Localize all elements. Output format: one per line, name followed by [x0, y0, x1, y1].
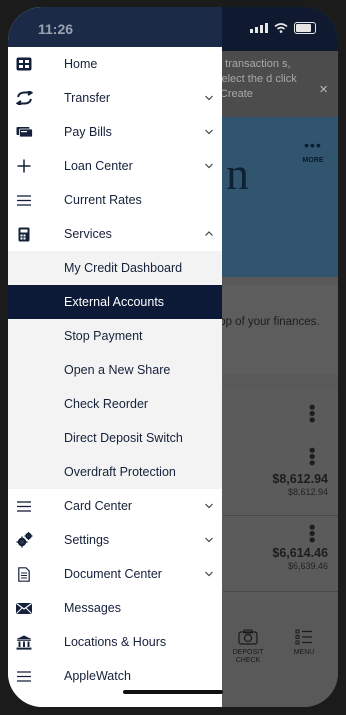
submenu-item-overdraft-protection[interactable]: Overdraft Protection — [8, 455, 222, 489]
wifi-icon — [274, 23, 288, 33]
deposit-check-tab[interactable]: DEPOSIT CHECK — [220, 629, 276, 665]
submenu-item-stop-payment[interactable]: Stop Payment — [8, 319, 222, 353]
menu-item-applewatch[interactable]: AppleWatch — [8, 659, 222, 693]
submenu-item-label: Open a New Share — [64, 363, 171, 377]
home-grid-icon — [15, 56, 33, 72]
more-button[interactable]: ••• MORE — [298, 137, 328, 164]
menu-item-messages[interactable]: Messages — [8, 591, 222, 625]
menu-item-label: Settings — [64, 533, 110, 547]
submenu-item-open-new-share[interactable]: Open a New Share — [8, 353, 222, 387]
lines-icon — [15, 668, 33, 684]
submenu-item-my-credit-dashboard[interactable]: My Credit Dashboard — [8, 251, 222, 285]
menu-item-services[interactable]: Services — [8, 217, 222, 251]
menu-item-label: AppleWatch — [64, 669, 131, 683]
chevron-down-icon — [205, 503, 213, 509]
menu-item-label: Transfer — [64, 91, 111, 105]
tagline-text: top of your finances. — [216, 316, 320, 328]
available-amount: $6,639.46 — [287, 561, 328, 571]
more-label: MORE — [302, 157, 324, 164]
balance-amount: $8,612.94 — [272, 472, 328, 486]
kebab-icon[interactable]: ••• — [302, 447, 322, 466]
transfer-arrows-icon — [15, 90, 33, 106]
gears-icon — [15, 532, 33, 548]
close-icon[interactable]: × — [319, 81, 328, 98]
divider — [223, 591, 338, 592]
menu-item-label: Locations & Hours — [64, 635, 167, 649]
kebab-icon[interactable]: ••• — [302, 404, 322, 423]
chevron-down-icon — [205, 95, 213, 101]
bill-card-icon — [15, 124, 33, 140]
kebab-icon[interactable]: ••• — [302, 524, 322, 543]
drawer-status-bar: 11:26 — [8, 7, 222, 51]
menu-item-loan-center[interactable]: Loan Center — [8, 149, 222, 183]
submenu-item-label: External Accounts — [64, 295, 165, 309]
more-dots-icon: ••• — [304, 137, 322, 153]
submenu-item-direct-deposit-switch[interactable]: Direct Deposit Switch — [8, 421, 222, 455]
account-balance[interactable]: $6,614.46 $6,639.46 — [272, 546, 328, 571]
home-indicator[interactable] — [123, 690, 223, 694]
menu-item-label: Card Center — [64, 499, 133, 513]
menu-item-current-rates[interactable]: Current Rates — [8, 183, 222, 217]
menu-item-label: Pay Bills — [64, 125, 112, 139]
balance-amount: $6,614.46 — [272, 546, 328, 560]
menu-tab[interactable]: MENU — [276, 629, 332, 657]
notice-text: d transaction s, select the d click "Cre… — [216, 58, 297, 100]
menu-item-transfer[interactable]: Transfer — [8, 81, 222, 115]
menu-item-label: Messages — [64, 601, 121, 615]
menu-item-settings[interactable]: Settings — [8, 523, 222, 557]
plus-icon — [15, 158, 33, 174]
menu-item-locations-hours[interactable]: Locations & Hours — [8, 625, 222, 659]
navigation-drawer: 11:26 Home Transfer Pay Bills Loan Cente… — [8, 7, 222, 707]
menu-item-label: Services — [64, 227, 112, 241]
hero-text: n — [226, 148, 249, 199]
bank-building-icon — [15, 634, 33, 650]
status-time: 11:26 — [38, 21, 74, 37]
submenu-item-label: Overdraft Protection — [64, 465, 176, 479]
menu-label: MENU — [293, 649, 315, 656]
menu-item-document-center[interactable]: Document Center — [8, 557, 222, 591]
drawer-menu: Home Transfer Pay Bills Loan Center Curr… — [8, 47, 222, 693]
calculator-icon — [15, 226, 33, 242]
lines-icon — [15, 192, 33, 208]
chevron-down-icon — [205, 537, 213, 543]
screen: d transaction s, select the d click "Cre… — [8, 7, 338, 707]
menu-item-label: Current Rates — [64, 193, 142, 207]
menu-item-label: Document Center — [64, 567, 162, 581]
phone-frame: d transaction s, select the d click "Cre… — [0, 0, 346, 715]
menu-item-label: Loan Center — [64, 159, 133, 173]
chevron-down-icon — [205, 163, 213, 169]
submenu-item-external-accounts[interactable]: External Accounts — [8, 285, 222, 319]
menu-list-icon — [295, 629, 312, 645]
menu-item-pay-bills[interactable]: Pay Bills — [8, 115, 222, 149]
chevron-down-icon — [205, 571, 213, 577]
lines-icon — [15, 498, 33, 514]
menu-item-home[interactable]: Home — [8, 47, 222, 81]
available-amount: $8,612.94 — [287, 487, 328, 497]
battery-icon — [294, 22, 316, 34]
menu-item-card-center[interactable]: Card Center — [8, 489, 222, 523]
submenu-item-label: Stop Payment — [64, 329, 143, 343]
document-icon — [15, 566, 33, 582]
deposit-check-label: DEPOSIT CHECK — [232, 649, 264, 664]
submenu-item-check-reorder[interactable]: Check Reorder — [8, 387, 222, 421]
submenu-item-label: My Credit Dashboard — [64, 261, 183, 275]
camera-icon — [238, 629, 258, 645]
signal-icon — [250, 23, 268, 33]
system-icons — [250, 22, 316, 34]
account-balance[interactable]: $8,612.94 $8,612.94 — [272, 472, 328, 497]
chevron-down-icon — [205, 129, 213, 135]
submenu-item-label: Direct Deposit Switch — [64, 431, 183, 445]
envelope-icon — [15, 600, 33, 616]
chevron-up-icon — [205, 231, 213, 236]
submenu-item-label: Check Reorder — [64, 397, 149, 411]
divider — [223, 515, 338, 516]
menu-item-label: Home — [64, 57, 98, 71]
